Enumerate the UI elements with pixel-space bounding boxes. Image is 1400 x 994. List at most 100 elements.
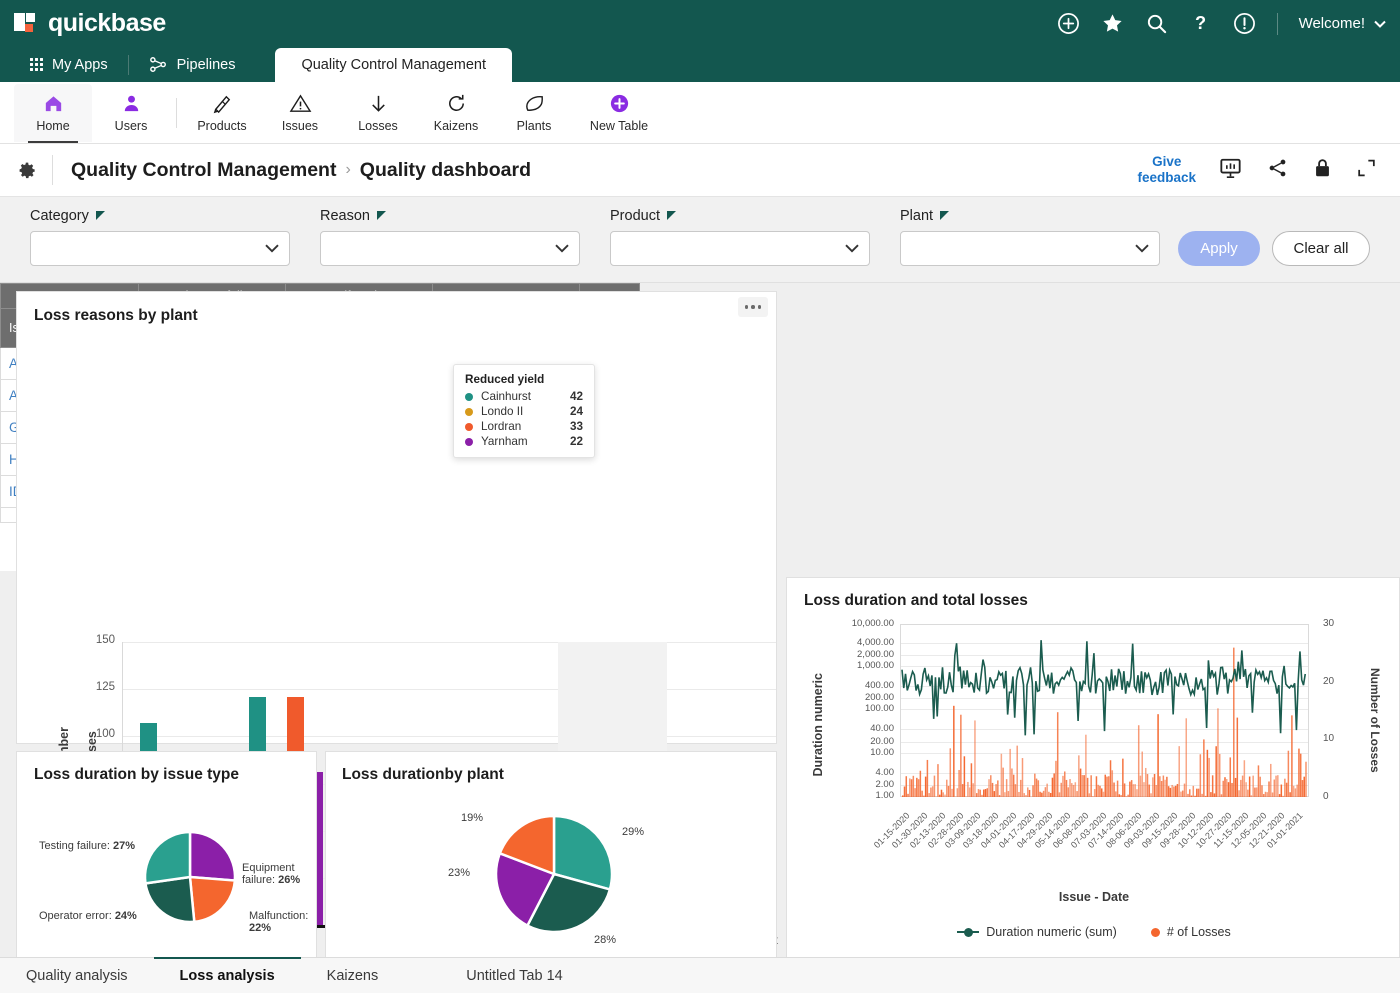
filter-category: Category (30, 208, 290, 266)
alert-icon[interactable] (1233, 12, 1256, 35)
pie-slice-label: Operator error: 24% (39, 910, 149, 922)
legend-item[interactable]: Duration numeric (sum) (957, 925, 1117, 939)
tooltip-series-name: Londo II (481, 405, 553, 418)
pie2-svg (326, 752, 778, 972)
page-title: Quality dashboard (360, 159, 531, 182)
tooltip-value: 24 (561, 405, 583, 418)
product-select[interactable] (610, 231, 870, 266)
leaf-icon (522, 92, 547, 115)
tooltip-series-name: Cainhurst (481, 390, 553, 403)
gridline (122, 736, 776, 737)
table-nav-label: Plants (517, 119, 552, 133)
filter-label: Category (30, 208, 89, 224)
share-icon[interactable] (1265, 157, 1290, 184)
tooltip-color-dot (465, 393, 473, 401)
arrow-down-icon (366, 92, 391, 115)
legend-label: # of Losses (1167, 925, 1231, 939)
tooltip-value: 22 (561, 435, 583, 448)
quickbase-logo-icon (14, 11, 40, 37)
grid-icon (30, 58, 43, 71)
pie-slice[interactable] (190, 877, 235, 922)
filter-plant: Plant (900, 208, 1160, 266)
apply-button[interactable]: Apply (1178, 231, 1260, 266)
tooltip-row: Yarnham22 (465, 435, 583, 448)
line-chart-plot: Duration numericNumber of Losses10,000.0… (787, 578, 1400, 972)
table-nav-issues[interactable]: Issues (261, 84, 339, 142)
tooltip-color-dot (465, 408, 473, 416)
tab-untitled-14[interactable]: Untitled Tab 14 (404, 958, 588, 994)
filter-label-wrap: Product (610, 208, 870, 224)
tooltip-value: 33 (561, 420, 583, 433)
legend-label: Duration numeric (sum) (986, 925, 1117, 939)
settings-gear-icon[interactable] (14, 161, 40, 180)
give-feedback-line1: Give (1137, 154, 1196, 170)
pie-slice-label: 28% (594, 934, 634, 946)
gridline (122, 689, 776, 690)
tooltip-row: Cainhurst42 (465, 390, 583, 403)
app-nav-divider (128, 55, 129, 75)
clear-all-button[interactable]: Clear all (1272, 231, 1370, 266)
star-icon[interactable] (1101, 12, 1124, 35)
table-nav-losses[interactable]: Losses (339, 84, 417, 142)
category-select[interactable] (30, 231, 290, 266)
my-apps-label: My Apps (52, 57, 108, 73)
loss-duration-by-plant-card: Loss durationby plant 29%28%23%19% (325, 751, 777, 971)
products-icon (210, 92, 235, 115)
pie-slice-label: 29% (622, 826, 662, 838)
table-nav-users[interactable]: Users (92, 84, 170, 142)
duration-line (902, 640, 1305, 735)
quickbase-logo[interactable]: quickbase (14, 9, 166, 38)
home-icon (41, 92, 66, 115)
legend-item[interactable]: # of Losses (1151, 925, 1231, 939)
table-nav-products[interactable]: Products (183, 84, 261, 142)
filter-flag-icon (940, 211, 949, 220)
user-menu[interactable]: Welcome! (1299, 15, 1386, 32)
user-icon (119, 92, 144, 115)
loss-reasons-by-plant-card: Loss reasons by plant Number of Losses02… (16, 291, 777, 744)
expand-icon[interactable] (1355, 157, 1378, 184)
warning-triangle-icon (288, 92, 313, 115)
breadcrumb-app-name[interactable]: Quality Control Management (71, 159, 336, 182)
help-icon[interactable]: ? (1189, 12, 1212, 35)
pie-slice[interactable] (145, 877, 194, 922)
welcome-label: Welcome! (1299, 15, 1365, 32)
pie-slice[interactable] (190, 832, 235, 881)
table-nav-home[interactable]: Home (14, 84, 92, 142)
chevron-down-icon (1135, 244, 1149, 253)
filter-label: Product (610, 208, 660, 224)
chevron-down-icon (1374, 20, 1386, 28)
table-nav-label: Issues (282, 119, 318, 133)
plus-circle-icon[interactable] (1057, 12, 1080, 35)
line-chart-data-svg (787, 578, 1400, 972)
reason-select[interactable] (320, 231, 580, 266)
tab-kaizens[interactable]: Kaizens (301, 958, 405, 994)
tab-loss-analysis[interactable]: Loss analysis (154, 958, 301, 994)
pipelines-button[interactable]: Pipelines (133, 47, 252, 82)
presentation-icon[interactable] (1218, 157, 1243, 184)
table-nav-plants[interactable]: Plants (495, 84, 573, 142)
brand-name: quickbase (48, 9, 166, 38)
pie-slice-label: Malfunction: 22% (249, 910, 321, 934)
lock-icon[interactable] (1312, 157, 1333, 184)
top-header-bar: quickbase ? Welcome! (0, 0, 1400, 47)
table-nav-bar: Home Users Products Issues Losses Kaizen… (0, 82, 1400, 144)
loss-duration-by-issue-type-card: Loss duration by issue type Equipment fa… (16, 751, 317, 971)
chevron-down-icon (845, 244, 859, 253)
my-apps-button[interactable]: My Apps (14, 47, 124, 82)
app-tab-active[interactable]: Quality Control Management (275, 48, 512, 82)
bar-chart-y-tick: 100 (77, 728, 115, 740)
bar-chart-tooltip: Reduced yieldCainhurst42Londo II24Lordra… (453, 364, 595, 458)
tooltip-row: Lordran33 (465, 420, 583, 433)
filter-flag-icon (96, 211, 105, 220)
table-nav-kaizens[interactable]: Kaizens (417, 84, 495, 142)
table-nav-label: Home (36, 119, 69, 133)
plant-select[interactable] (900, 231, 1160, 266)
bar-chart-y-tick: 150 (77, 634, 115, 646)
give-feedback-link[interactable]: Give feedback (1137, 154, 1196, 185)
pie-slice-label: Equipment failure: 26% (242, 862, 317, 886)
pie-slice-label: 23% (448, 867, 488, 879)
chevron-down-icon (555, 244, 569, 253)
tab-quality-analysis[interactable]: Quality analysis (0, 958, 154, 994)
search-icon[interactable] (1145, 12, 1168, 35)
table-nav-new-table[interactable]: New Table (573, 84, 665, 142)
